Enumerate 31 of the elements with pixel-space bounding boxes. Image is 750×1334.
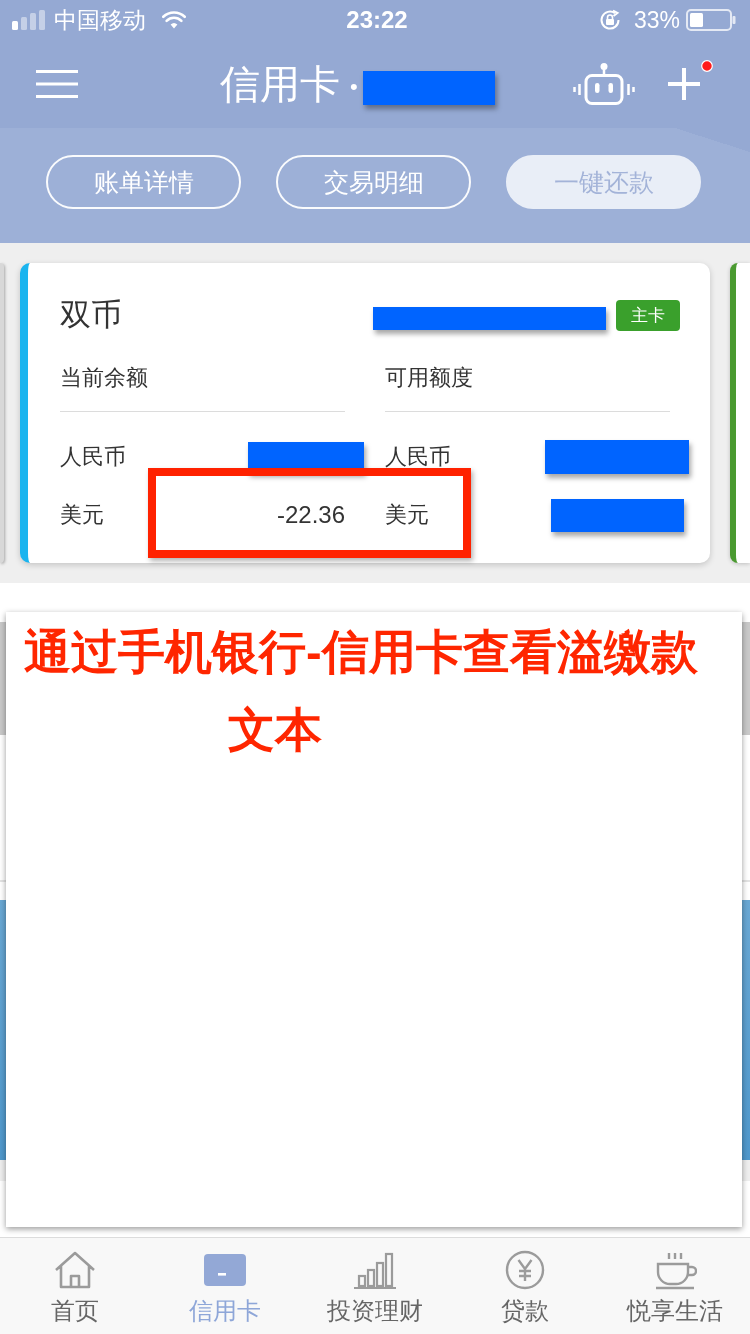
tab[interactable]: 悦享生活 xyxy=(600,1238,750,1334)
menu-icon[interactable] xyxy=(36,70,78,98)
column-label: 可用额度 xyxy=(385,366,474,390)
card-title: 双币 xyxy=(60,296,122,334)
add-icon[interactable] xyxy=(668,68,700,100)
battery-percent: 33% xyxy=(633,6,680,34)
note-text: 通过手机银行-信用卡查看溢缴款 xyxy=(23,624,698,680)
currency-label: 美元 xyxy=(385,501,429,529)
battery-icon xyxy=(686,9,736,31)
yen-icon xyxy=(503,1250,547,1290)
carrier-name: 中国移动 xyxy=(54,5,146,35)
currency-label: 人民币 xyxy=(60,443,126,471)
amount-value: -22.36 xyxy=(276,501,345,529)
status-time: 23:22 xyxy=(345,6,408,33)
tab[interactable]: 投资理财 xyxy=(300,1238,450,1334)
column-label: 当前余额 xyxy=(60,366,149,390)
currency-label: 美元 xyxy=(60,501,104,529)
title-separator: • xyxy=(350,74,358,100)
card-tag: 主卡 xyxy=(616,299,680,331)
bar-chart-icon xyxy=(353,1250,397,1290)
currency-label: 人民币 xyxy=(385,443,451,471)
robot-icon[interactable] xyxy=(572,62,636,106)
note-text: 文本 xyxy=(227,702,322,758)
wifi-icon xyxy=(162,11,186,29)
page-title: 信用卡 xyxy=(220,61,340,108)
tab[interactable]: 贷款 xyxy=(450,1238,600,1334)
signal-icon xyxy=(12,10,46,30)
house-icon xyxy=(53,1250,97,1290)
cup-icon xyxy=(653,1250,697,1290)
tab[interactable]: 首页 xyxy=(0,1238,150,1334)
rotation-lock-icon xyxy=(597,8,622,32)
